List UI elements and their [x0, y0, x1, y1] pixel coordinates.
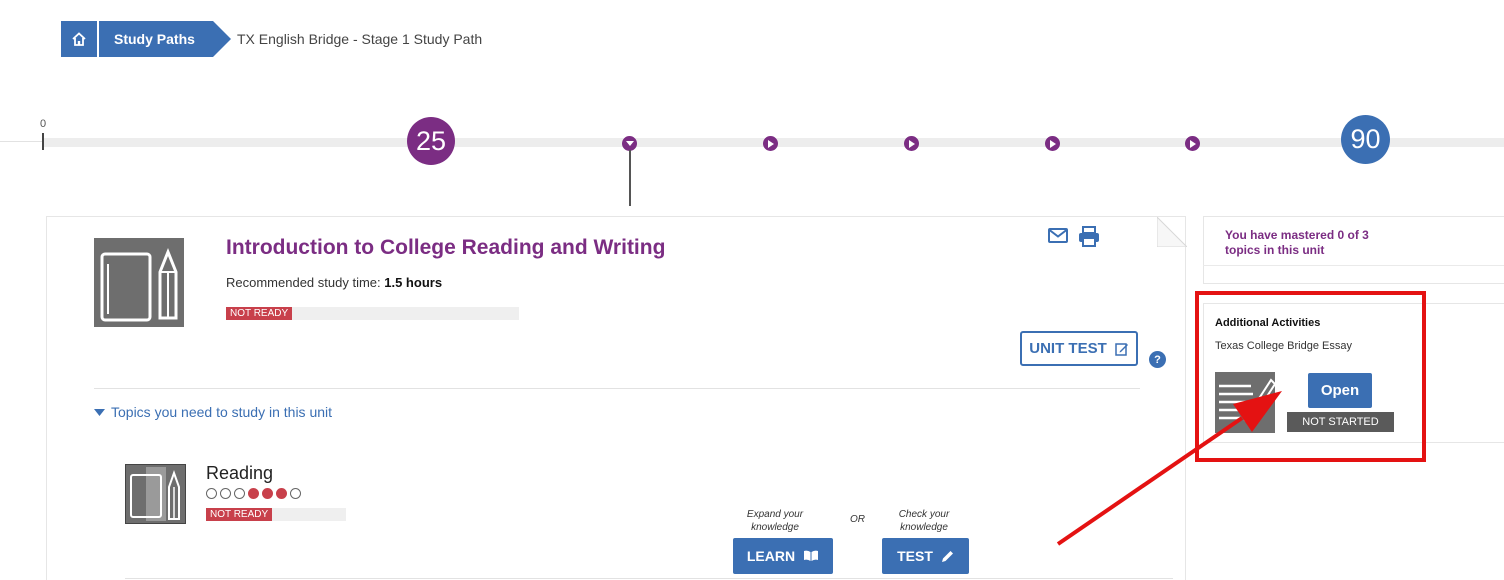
- unit-title: Introduction to College Reading and Writ…: [226, 236, 666, 259]
- test-button[interactable]: TEST: [882, 538, 969, 574]
- breadcrumb-study-paths[interactable]: Study Paths: [99, 21, 231, 57]
- mastery-dot-empty: [206, 488, 217, 499]
- topics-toggle-label: Topics you need to study in this unit: [111, 404, 333, 420]
- timeline-unit-marker[interactable]: [904, 136, 919, 151]
- page-fold-decoration: [1157, 217, 1187, 247]
- timeline-unit-marker[interactable]: [1045, 136, 1060, 151]
- mastery-dot-filled: [276, 488, 287, 499]
- mastery-summary-divider: [1203, 265, 1504, 266]
- timeline-start-label: 0: [40, 118, 47, 130]
- mastery-dot-empty: [234, 488, 245, 499]
- or-label: OR: [850, 514, 865, 525]
- mastery-dot-empty: [290, 488, 301, 499]
- print-icon[interactable]: [1078, 226, 1100, 252]
- rec-time-value: 1.5 hours: [384, 275, 443, 290]
- topic-readiness-bar: NOT READY: [206, 508, 346, 521]
- help-icon[interactable]: ?: [1149, 351, 1166, 368]
- unit-test-label: UNIT TEST: [1029, 340, 1107, 357]
- mastery-summary-text: You have mastered 0 of 3 topics in this …: [1225, 228, 1369, 257]
- timeline-unit-marker-active[interactable]: [622, 136, 637, 151]
- current-score-marker: 25: [407, 117, 455, 165]
- test-caption-line: Check your: [898, 509, 950, 520]
- topic-name: Reading: [206, 463, 274, 483]
- section-divider: [94, 388, 1140, 389]
- timeline-left-line: [0, 141, 42, 142]
- timeline-unit-marker[interactable]: [763, 136, 778, 151]
- mastery-dot-filled: [248, 488, 259, 499]
- learn-caption: Expand your knowledge: [733, 508, 817, 534]
- test-caption-line: knowledge: [900, 522, 948, 533]
- play-icon: [1189, 139, 1196, 148]
- learn-caption-line: Expand your: [746, 509, 804, 520]
- email-icon[interactable]: [1048, 228, 1068, 248]
- unit-readiness-bar: NOT READY: [226, 307, 519, 320]
- topic-divider: [125, 578, 1173, 579]
- mastery-dot-filled: [262, 488, 273, 499]
- timeline-connector: [629, 150, 631, 206]
- highlight-box: [1195, 291, 1426, 462]
- home-icon: [72, 32, 86, 46]
- reading-topic-icon: [125, 464, 186, 524]
- unit-test-button[interactable]: UNIT TEST: [1020, 331, 1138, 366]
- topic-status-badge: NOT READY: [206, 508, 273, 521]
- breadcrumb-home-button[interactable]: [61, 21, 97, 57]
- play-icon: [767, 139, 774, 148]
- topics-toggle[interactable]: Topics you need to study in this unit: [94, 404, 332, 420]
- pencil-icon: [941, 550, 953, 562]
- target-score-marker: 90: [1341, 115, 1390, 164]
- edit-icon: [1115, 342, 1128, 356]
- unit-book-pencil-icon: [94, 238, 184, 327]
- mastery-dot-empty: [220, 488, 231, 499]
- recommended-study-time: Recommended study time: 1.5 hours: [226, 275, 442, 290]
- topic-mastery-dots: [206, 488, 301, 499]
- caret-down-icon: [625, 140, 634, 146]
- caret-down-icon: [94, 408, 105, 416]
- test-label: TEST: [897, 548, 933, 564]
- open-book-icon: [804, 550, 819, 561]
- play-icon: [908, 139, 915, 148]
- test-caption: Check your knowledge: [882, 508, 966, 534]
- learn-label: LEARN: [746, 548, 796, 564]
- learn-caption-line: knowledge: [751, 522, 799, 533]
- rec-time-label: Recommended study time:: [226, 275, 381, 290]
- breadcrumb-current: TX English Bridge - Stage 1 Study Path: [237, 31, 483, 47]
- timeline-unit-marker[interactable]: [1185, 136, 1200, 151]
- play-icon: [1049, 139, 1056, 148]
- unit-card: [46, 216, 1186, 580]
- learn-button[interactable]: LEARN: [733, 538, 833, 574]
- unit-status-badge: NOT READY: [226, 307, 293, 320]
